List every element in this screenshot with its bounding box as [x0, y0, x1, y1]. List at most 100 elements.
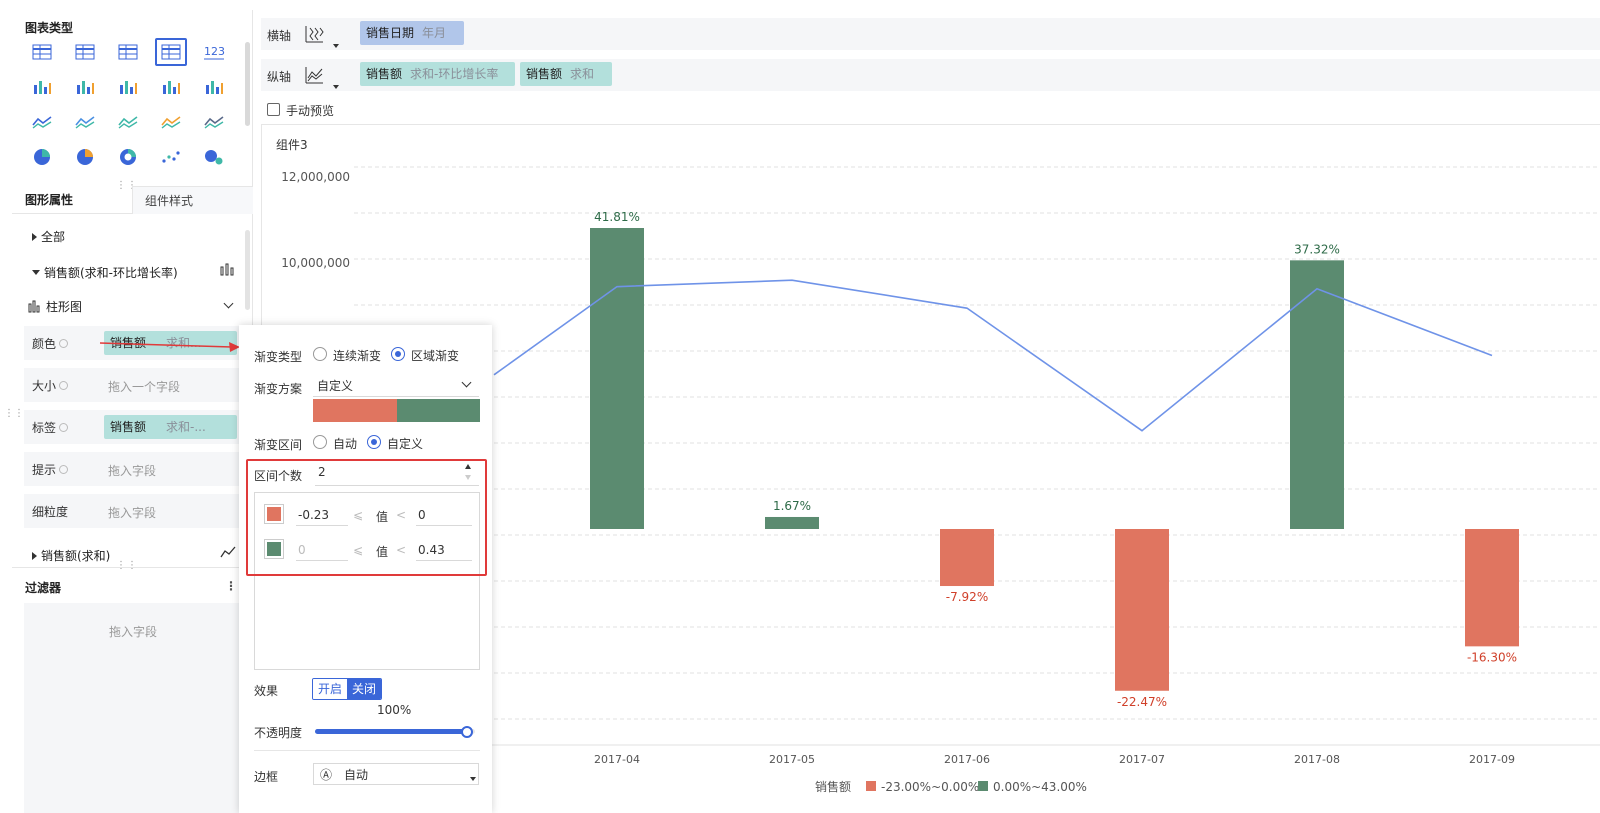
scatter-icon[interactable] — [155, 143, 187, 171]
prop-label-label: 标签 — [32, 419, 69, 436]
radio-continuous[interactable] — [313, 347, 327, 361]
tooltip-drop-zone[interactable]: 拖入字段 — [108, 462, 156, 479]
filter-title: 过滤器 — [25, 581, 62, 595]
label-field-pill[interactable]: 销售额 求和-... — [104, 415, 237, 439]
prop-row-granularity: 细粒度 拖入字段 — [24, 494, 249, 528]
y-axis-config-icon[interactable] — [303, 65, 325, 85]
y-pill-2-main: 销售额 — [526, 67, 563, 81]
radio-custom[interactable] — [367, 435, 381, 449]
data-label-2017-04: 41.81% — [594, 210, 640, 224]
effect-toggle[interactable]: 开启 关闭 — [312, 678, 382, 700]
x-tick-2017-08: 2017-08 — [1294, 753, 1340, 766]
legend-entry-positive: 0.00%~43.00% — [993, 780, 1087, 794]
number-icon[interactable]: 123 — [198, 38, 230, 66]
grouped-bar-icon[interactable] — [69, 73, 101, 101]
chart-type-select[interactable]: 柱形图 — [28, 298, 82, 315]
rose-chart-icon[interactable] — [69, 143, 101, 171]
color-field-pill[interactable]: 销售额 求和... — [104, 331, 237, 355]
filter-drop-zone[interactable]: 拖入字段 — [24, 603, 249, 813]
y-tick-label: 10,000,000 — [281, 256, 350, 270]
caret-right-icon — [32, 232, 37, 241]
x-axis-row: 横轴 销售日期 年月 — [261, 18, 1600, 50]
tab-graphic-properties[interactable]: 图形属性 — [25, 186, 73, 214]
border-select-value: 自动 — [344, 768, 369, 782]
gear-icon[interactable] — [59, 465, 69, 474]
x-axis-field-pill[interactable]: 销售日期 年月 — [360, 21, 464, 45]
tree-item-series2[interactable]: 销售额(求和) — [32, 547, 110, 564]
divider — [254, 750, 480, 751]
opacity-slider-thumb[interactable] — [461, 726, 473, 738]
x-tick-2017-07: 2017-07 — [1119, 753, 1165, 766]
y-axis-field-pill-1[interactable]: 销售额 求和-环比增长率 — [360, 62, 515, 86]
filter-placeholder: 拖入字段 — [109, 625, 158, 639]
data-label-2017-06: -7.92% — [946, 590, 988, 604]
border-select[interactable]: Ⓐ 自动 — [313, 763, 479, 785]
tree-item-series1[interactable]: 销售额(求和-环比增长率) — [32, 264, 178, 281]
prop-row-size: 大小 拖入一个字段 — [24, 368, 249, 402]
bar-chart-icon[interactable] — [112, 73, 144, 101]
gear-icon[interactable] — [59, 381, 69, 390]
map-icon[interactable] — [112, 108, 144, 136]
y-pill-1-sub: 求和-环比增长率 — [410, 67, 499, 81]
donut-chart-icon[interactable] — [112, 143, 144, 171]
prop-row-tooltip: 提示 拖入字段 — [24, 452, 249, 486]
y-axis-field-pill-2[interactable]: 销售额 求和 — [520, 62, 612, 86]
gradient-scheme-label: 渐变方案 — [254, 382, 303, 396]
granularity-drop-zone[interactable]: 拖入字段 — [108, 504, 156, 521]
x-axis-config-icon[interactable] — [303, 24, 325, 44]
x-tick-2017-09: 2017-09 — [1469, 753, 1515, 766]
props-scrollbar[interactable] — [245, 230, 250, 310]
table-icon[interactable] — [26, 38, 58, 66]
area-chart-icon[interactable] — [155, 108, 187, 136]
gear-icon[interactable] — [59, 339, 69, 348]
gauge-icon[interactable] — [198, 108, 230, 136]
gradient-scheme-select[interactable]: 自定义 — [313, 375, 479, 397]
tree-item-all[interactable]: 全部 — [32, 228, 65, 245]
label-pill-main: 销售额 — [110, 420, 147, 434]
detail-table-icon[interactable] — [112, 38, 144, 66]
waterfall-icon[interactable] — [198, 73, 230, 101]
line-chart-small-icon — [220, 546, 236, 558]
kpi-card-icon[interactable] — [155, 38, 187, 66]
effect-off-option[interactable]: 关闭 — [347, 679, 381, 699]
data-label-2017-05: 1.67% — [773, 499, 811, 513]
chart-type-scrollbar[interactable] — [245, 42, 250, 126]
chevron-down-icon[interactable] — [223, 298, 234, 309]
horizontal-bar-icon[interactable] — [155, 73, 187, 101]
radio-auto[interactable] — [313, 435, 327, 449]
stacked-bar-icon[interactable] — [26, 73, 58, 101]
opacity-value: 100% — [377, 703, 412, 717]
caret-down-icon[interactable] — [333, 85, 339, 89]
bar-chart-small-icon — [220, 263, 234, 276]
drag-handle-icon[interactable]: ⋮⋮ — [116, 560, 138, 571]
prop-granularity-label: 细粒度 — [32, 503, 68, 520]
chart-type-title: 图表类型 — [25, 21, 74, 35]
manual-preview-checkbox[interactable] — [267, 103, 280, 116]
pie-chart-icon[interactable] — [26, 143, 58, 171]
gradient-range-label: 渐变区间 — [254, 438, 303, 452]
tree-item-all-label: 全部 — [41, 230, 66, 244]
prop-color-text: 颜色 — [32, 337, 57, 351]
y-pill-2-sub: 求和 — [570, 67, 595, 81]
legend-swatch-positive — [978, 781, 988, 791]
x-tick-2017-04: 2017-04 — [594, 753, 640, 766]
bubble-icon[interactable] — [198, 143, 230, 171]
tab-component-style[interactable]: 组件样式 — [132, 186, 253, 214]
opacity-slider-track[interactable] — [315, 729, 467, 734]
radio-region[interactable] — [391, 347, 405, 361]
color-pill-sub: 求和... — [166, 336, 202, 350]
panel-resize-handle-icon[interactable]: ⋮⋮ — [4, 408, 24, 419]
effect-label: 效果 — [254, 684, 279, 698]
gear-icon[interactable] — [59, 423, 69, 432]
data-label-2017-09: -16.30% — [1467, 650, 1517, 664]
effect-on-option[interactable]: 开启 — [313, 679, 347, 699]
size-drop-zone[interactable]: 拖入一个字段 — [108, 378, 180, 395]
caret-down-icon[interactable] — [333, 44, 339, 48]
highlight-box — [246, 459, 487, 576]
radar-icon[interactable] — [69, 108, 101, 136]
y-axis-label: 纵轴 — [267, 70, 292, 84]
line-chart-icon[interactable] — [26, 108, 58, 136]
cross-table-icon[interactable] — [69, 38, 101, 66]
more-icon[interactable]: ⋮ — [225, 579, 237, 593]
legend-entry-negative: -23.00%~0.00% — [881, 780, 979, 794]
